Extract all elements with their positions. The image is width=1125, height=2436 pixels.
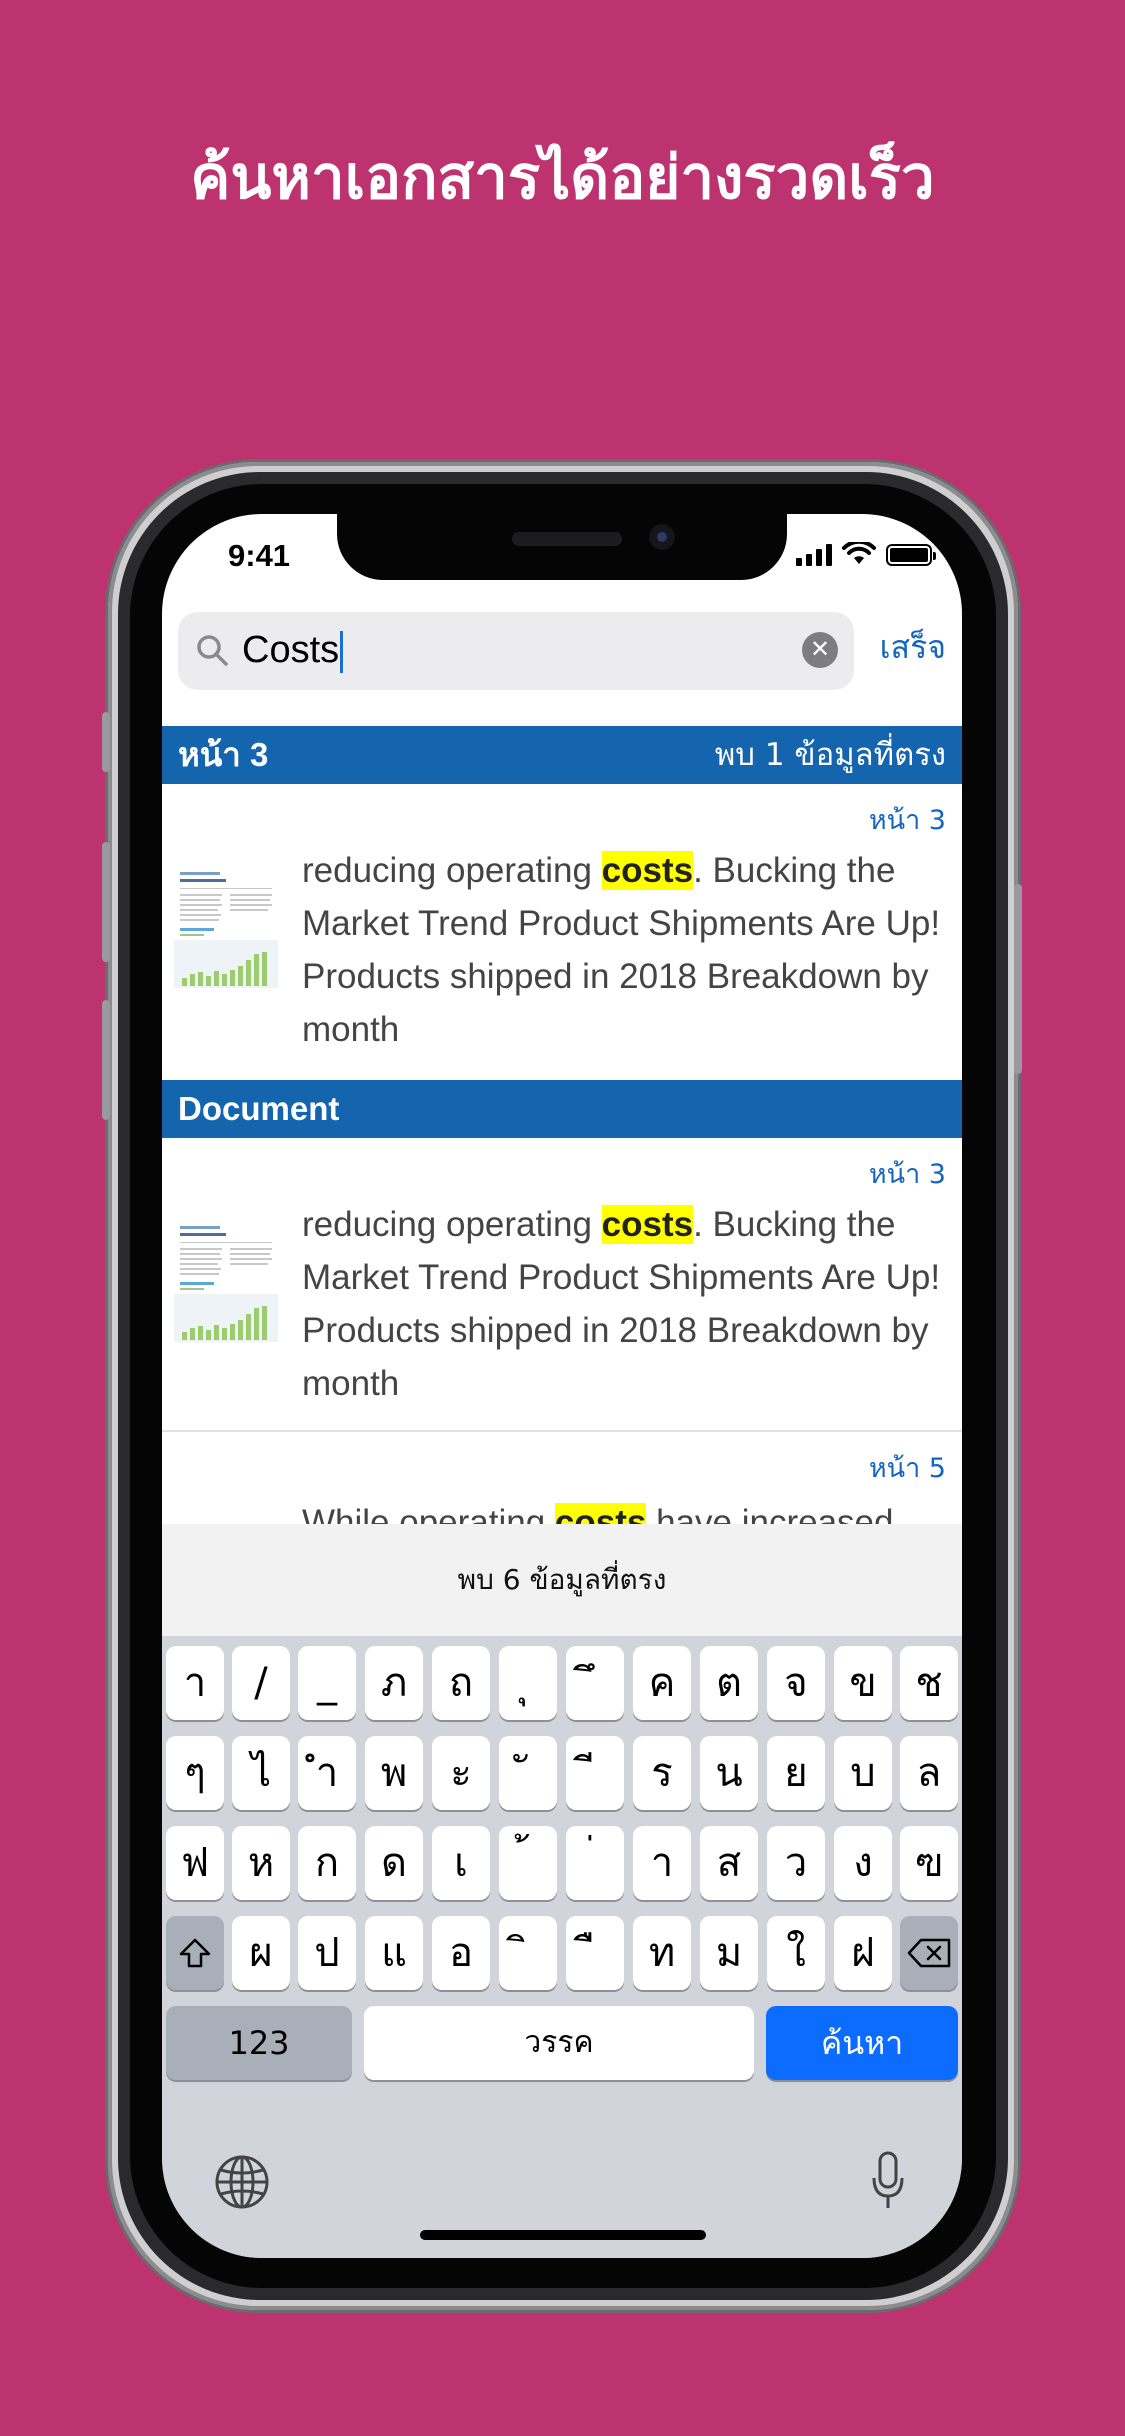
cellular-signal-icon (796, 544, 832, 566)
key[interactable]: ม (700, 1916, 758, 1990)
key[interactable]: า (166, 1646, 224, 1720)
key[interactable]: ว (767, 1826, 825, 1900)
globe-icon[interactable] (214, 2154, 270, 2210)
key[interactable]: ต (700, 1646, 758, 1720)
section-match-count: พบ 1 ข้อมูลที่ตรง (714, 737, 946, 773)
match-highlight: costs (601, 1205, 694, 1244)
key[interactable]: ุ (499, 1646, 557, 1720)
key[interactable]: ผ (232, 1916, 290, 1990)
search-return-key[interactable]: ค้นหา (766, 2006, 958, 2080)
key[interactable]: ะ (432, 1736, 490, 1810)
key[interactable]: จ (767, 1646, 825, 1720)
key[interactable]: ใ (767, 1916, 825, 1990)
key[interactable]: ป (298, 1916, 356, 1990)
match-count-bar: พบ 6 ข้อมูลที่ตรง (162, 1524, 962, 1636)
backspace-icon (907, 1938, 951, 1968)
result-page-label: หน้า 3 (868, 805, 946, 836)
key[interactable]: / (232, 1646, 290, 1720)
key[interactable]: ิ (499, 1916, 557, 1990)
key[interactable]: ำ (298, 1736, 356, 1810)
done-button[interactable]: เสร็จ (880, 622, 946, 673)
notch (337, 514, 787, 580)
page-headline: ค้นหาเอกสารได้อย่างรวดเร็ว (190, 143, 935, 213)
key[interactable]: แ (365, 1916, 423, 1990)
clear-search-icon[interactable]: ✕ (802, 632, 838, 668)
key[interactable]: ย (767, 1736, 825, 1810)
match-highlight: costs (601, 851, 694, 890)
key[interactable]: ฃ (900, 1826, 958, 1900)
key[interactable]: ฟ (166, 1826, 224, 1900)
text-caret (340, 630, 344, 673)
result-snippet: reducing operating costs. Bucking the Ma… (302, 851, 941, 1049)
delete-key[interactable] (900, 1916, 958, 1990)
key[interactable]: ข (834, 1646, 892, 1720)
thai-keyboard: า / _ ภ ถ ุ ึ ค ต จ ข ช ๆ ไ ำ พ ะ ั ี ร … (162, 1636, 962, 2258)
key[interactable]: ร (633, 1736, 691, 1810)
key[interactable]: พ (365, 1736, 423, 1810)
key[interactable]: ฝ (834, 1916, 892, 1990)
key[interactable]: ค (633, 1646, 691, 1720)
key[interactable]: _ (298, 1646, 356, 1720)
search-icon (197, 635, 228, 666)
result-page-label: หน้า 5 (868, 1453, 946, 1484)
search-input[interactable]: Costs (242, 626, 344, 674)
search-result-item[interactable]: หน้า 3 reducing operating costs. Bucking… (162, 1138, 962, 1428)
shift-icon (179, 1938, 211, 1968)
section-title: Document (178, 1090, 340, 1127)
key[interactable]: ท (633, 1916, 691, 1990)
key[interactable]: ื (566, 1916, 624, 1990)
space-key[interactable]: วรรค (364, 2006, 754, 2080)
key[interactable]: ก (298, 1826, 356, 1900)
section-title: หน้า 3 (178, 736, 269, 773)
key[interactable]: ล (900, 1736, 958, 1810)
key[interactable]: เ (432, 1826, 490, 1900)
key[interactable]: ี (566, 1736, 624, 1810)
result-snippet: reducing operating costs. Bucking the Ma… (302, 1205, 941, 1403)
shift-key[interactable] (166, 1916, 224, 1990)
numbers-key[interactable]: 123 (166, 2006, 352, 2080)
page-thumbnail (170, 862, 282, 1002)
search-result-item[interactable]: หน้า 3 reducing operating costs. Bucking… (162, 784, 962, 1078)
volume-up-button (102, 842, 110, 962)
page-thumbnail (170, 1216, 282, 1356)
section-header-page: หน้า 3 พบ 1 ข้อมูลที่ตรง (162, 726, 962, 784)
key[interactable]: ถ (432, 1646, 490, 1720)
key[interactable]: อ (432, 1916, 490, 1990)
key[interactable]: า (633, 1826, 691, 1900)
front-camera (649, 524, 675, 550)
search-result-item[interactable]: หน้า 5 While operating costs have increa… (162, 1432, 962, 1524)
key[interactable]: ส (700, 1826, 758, 1900)
volume-down-button (102, 1000, 110, 1120)
mute-switch (102, 712, 110, 772)
key[interactable]: ง (834, 1826, 892, 1900)
phone-screen: 9:41 Costs ✕ เสร็จ หน้า 3 พบ 1 ข้อมูลที่… (162, 514, 962, 2258)
status-time: 9:41 (228, 538, 291, 573)
status-icons (796, 542, 936, 566)
key[interactable]: ห (232, 1826, 290, 1900)
key[interactable]: ด (365, 1826, 423, 1900)
section-header-document: Document (162, 1080, 962, 1138)
key[interactable]: ึ (566, 1646, 624, 1720)
key[interactable]: ่ (566, 1826, 624, 1900)
result-page-label: หน้า 3 (868, 1159, 946, 1190)
key[interactable]: ้ (499, 1826, 557, 1900)
key[interactable]: น (700, 1736, 758, 1810)
wifi-icon (842, 542, 876, 564)
result-snippet: While operating costs have increased (302, 1496, 952, 1524)
key[interactable]: บ (834, 1736, 892, 1810)
key[interactable]: ช (900, 1646, 958, 1720)
match-highlight: costs (554, 1503, 647, 1524)
home-indicator[interactable] (420, 2230, 706, 2240)
key[interactable]: ไ (232, 1736, 290, 1810)
battery-icon (886, 544, 936, 566)
power-button (1014, 884, 1022, 1074)
speaker-grille (512, 532, 622, 546)
key[interactable]: ั (499, 1736, 557, 1810)
search-field[interactable]: Costs ✕ (178, 612, 854, 690)
key[interactable]: ภ (365, 1646, 423, 1720)
key[interactable]: ๆ (166, 1736, 224, 1810)
microphone-icon[interactable] (870, 2150, 906, 2212)
